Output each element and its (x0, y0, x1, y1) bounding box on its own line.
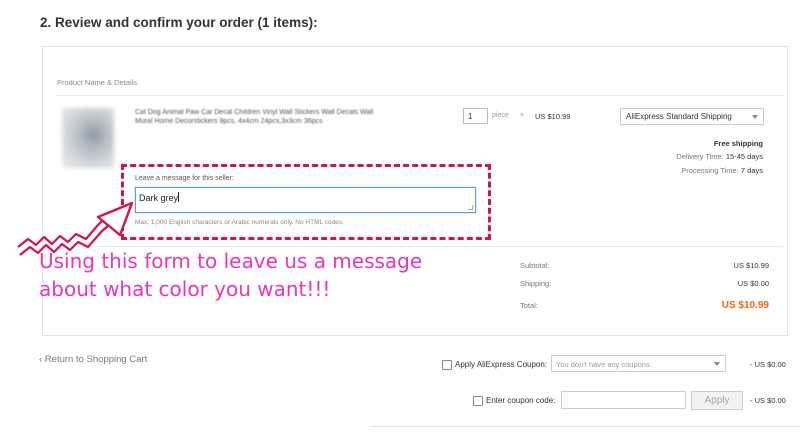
unit-price: US $10.99 (535, 112, 571, 121)
chevron-down-icon (714, 362, 720, 366)
arrow-shaft (17, 214, 109, 248)
annotation-text: Using this form to leave us a message ab… (39, 247, 422, 303)
subtotal-value: US $10.99 (733, 261, 769, 270)
times-sign: × (520, 112, 525, 119)
delivery-time-value: 15-45 days (725, 152, 763, 161)
coupon-code-label: Enter coupon code: (486, 396, 556, 405)
processing-time-value: 7 days (740, 166, 763, 175)
shipping-method-select[interactable]: AliExpress Standard Shipping (620, 108, 764, 125)
total-value: US $10.99 (721, 300, 769, 311)
coupon-discount: - US $0.00 (750, 360, 786, 369)
highlight-dashed-box (121, 164, 491, 240)
quantity-unit: piece (492, 112, 509, 119)
shipping-method-value: AliExpress Standard Shipping (626, 112, 732, 121)
divider (370, 426, 800, 427)
subtotal-label: Subtotal: (520, 261, 550, 270)
coupon-select-value: You don't have any coupons (556, 360, 650, 369)
shipping-label: Shipping: (520, 279, 552, 288)
total-label: Total: (520, 301, 538, 310)
section-heading: 2. Review and confirm your order (1 item… (40, 15, 318, 30)
delivery-time-label: Delivery Time: (676, 152, 724, 161)
apply-button[interactable]: Apply (691, 391, 743, 410)
annotation-line: Using this form to leave us a message (39, 249, 423, 273)
delivery-time: Delivery Time: 15-45 days (676, 152, 763, 161)
apply-coupon-checkbox[interactable] (442, 360, 452, 370)
product-title-link[interactable]: Cat Dog Animal Paw Car Decal Children Vi… (135, 108, 385, 126)
apply-coupon-label: Apply AliExpress Coupon: (455, 360, 548, 369)
shipping-value: US $0.00 (737, 279, 769, 288)
chevron-down-icon (752, 115, 758, 119)
coupon-code-checkbox[interactable] (473, 396, 483, 406)
return-to-cart-link[interactable]: ‹ Return to Shopping Cart (39, 354, 147, 365)
quantity-input[interactable]: 1 (463, 108, 488, 124)
processing-time: Processing Time: 7 days (681, 166, 763, 175)
code-discount: - US $0.00 (750, 396, 786, 405)
product-thumbnail-image[interactable] (62, 108, 114, 168)
annotation-line: about what color you want!!! (39, 277, 331, 301)
processing-time-label: Processing Time: (681, 166, 739, 175)
coupon-code-input[interactable] (561, 391, 686, 409)
divider (57, 95, 783, 96)
free-shipping-label: Free shipping (713, 139, 763, 148)
coupon-select[interactable]: You don't have any coupons (551, 355, 726, 372)
column-header: Product Name & Details (57, 78, 138, 87)
